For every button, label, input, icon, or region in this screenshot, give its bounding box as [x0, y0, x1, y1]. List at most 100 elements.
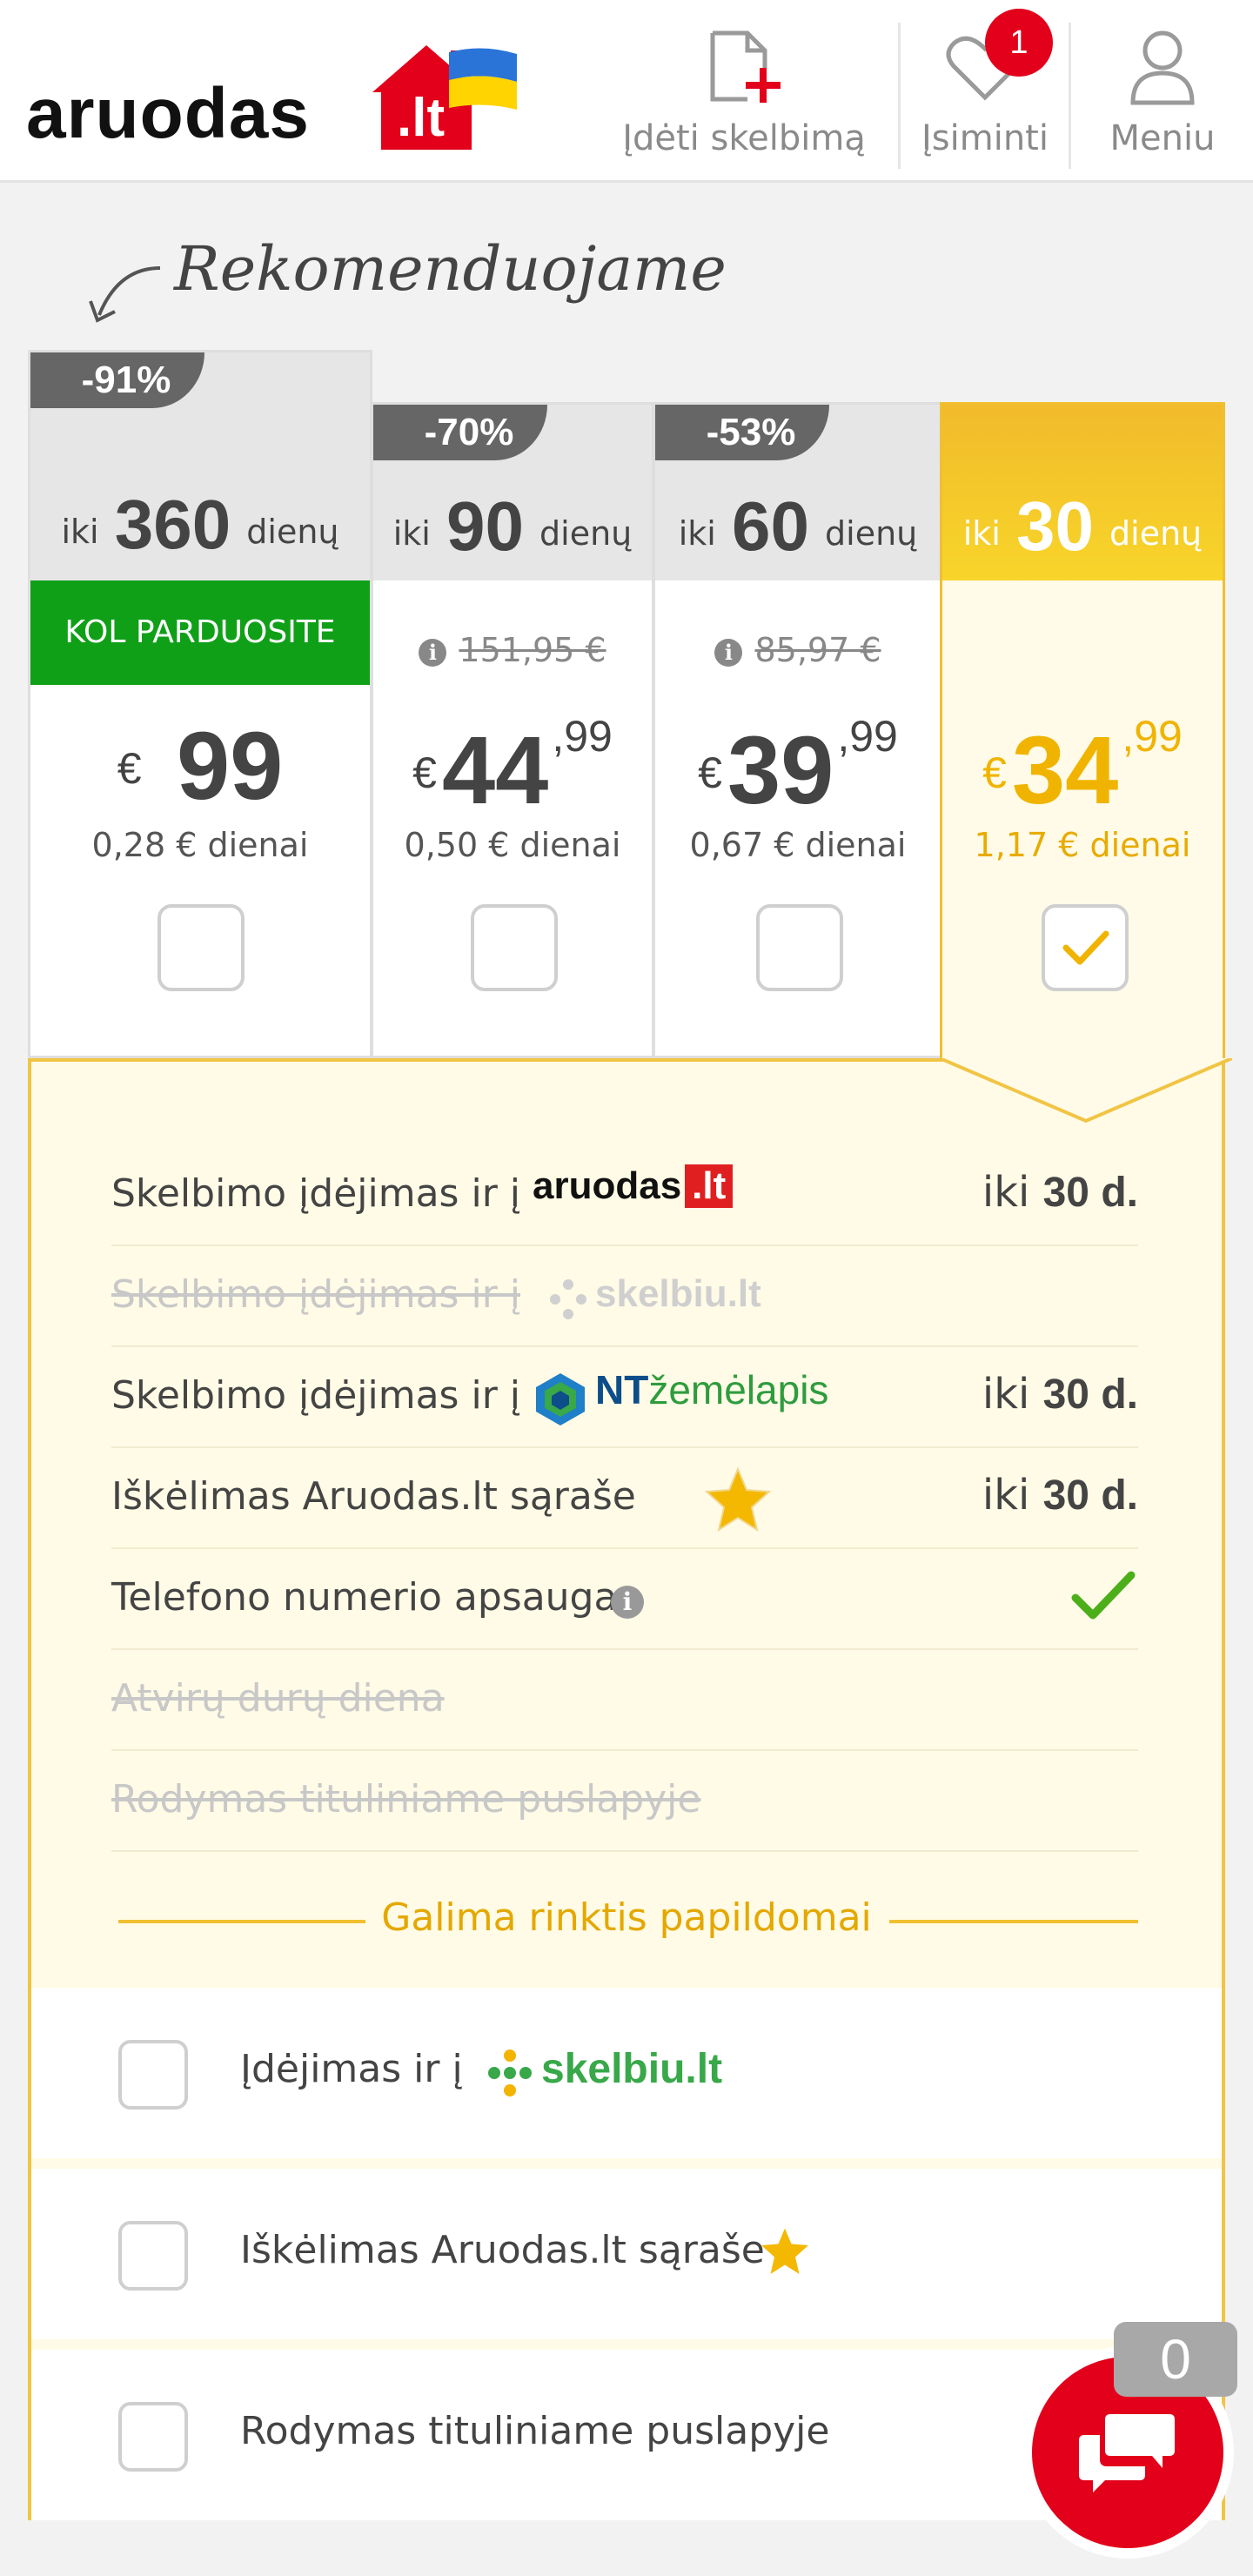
- extra-checkbox[interactable]: [118, 2221, 188, 2291]
- star-icon: [761, 2228, 808, 2274]
- feature-text: Rodymas tituliniame puslapyje: [111, 1777, 701, 1821]
- logo-suffix: .lt: [397, 88, 445, 148]
- user-icon: [1130, 30, 1195, 105]
- top-header: aruodas .lt Įdėti skelbimą 1 Įsiminti Me…: [0, 0, 1253, 183]
- extra-option-text: Rodymas tituliniame puslapyje: [240, 2409, 830, 2453]
- duration-days: 60: [731, 487, 809, 565]
- plan-duration: iki 30 dienų: [942, 486, 1223, 567]
- info-icon[interactable]: i: [611, 1586, 644, 1619]
- plan-60-days[interactable]: -53% iki 60 dienų i 85,97 € €39,99 0,67 €…: [653, 402, 943, 1058]
- feature-text: Telefono numerio apsauga: [111, 1575, 618, 1620]
- duration-days: 360: [114, 486, 231, 563]
- feature-value-prefix: iki: [982, 1168, 1030, 1217]
- aruodas-mini-suffix: .lt: [685, 1164, 734, 1208]
- price-per-day: 0,28 € dienai: [91, 826, 309, 864]
- menu-button[interactable]: Meniu: [1072, 0, 1253, 179]
- price-per-day: 1,17 € dienai: [974, 826, 1191, 864]
- old-price-value: 151,95 €: [459, 631, 606, 669]
- feature-text: Atvirų durų diena: [111, 1676, 445, 1721]
- feature-value-number: 30 d.: [1042, 1472, 1138, 1519]
- discount-badge: -53%: [655, 405, 829, 460]
- skelbiu-logo-text: skelbiu.lt: [595, 1272, 761, 1315]
- duration-suffix: dienų: [1109, 514, 1203, 553]
- info-icon[interactable]: i: [714, 639, 743, 667]
- price-decimal: ,99: [1122, 712, 1183, 761]
- add-listing-label: Įdėti skelbimą: [622, 118, 866, 158]
- price-integer: 39: [727, 717, 834, 824]
- feature-value: iki 30 d.: [982, 1471, 1138, 1519]
- old-price: i 151,95 €: [373, 631, 652, 669]
- duration-days: 30: [1015, 487, 1094, 565]
- plan-checkbox[interactable]: [471, 904, 558, 991]
- nt-logo-bold: NT: [595, 1367, 649, 1412]
- price-decimal: ,99: [552, 712, 613, 761]
- plan-duration: iki 60 dienų: [655, 486, 941, 567]
- feature-open-house: Atvirų durų diena: [111, 1650, 1138, 1751]
- feature-value: iki 30 d.: [982, 1168, 1138, 1217]
- duration-prefix: iki: [962, 514, 1001, 553]
- feature-skelbiu-listing: Skelbimo įdėjimas ir į skelbiu.lt: [111, 1246, 1138, 1347]
- chat-count-badge: 0: [1114, 2322, 1237, 2397]
- discount-badge: -70%: [373, 405, 547, 460]
- price-currency: €: [117, 744, 142, 793]
- plan-90-days[interactable]: -70% iki 90 dienų i 151,95 € €44,99 0,50 …: [371, 402, 654, 1058]
- nav-divider: [1069, 23, 1071, 169]
- skelbiu-dots-icon: [550, 1279, 586, 1319]
- price-integer: 34: [1011, 717, 1119, 824]
- extra-option-skelbiu[interactable]: Įdėjimas ir į skelbiu.lt: [31, 1988, 1222, 2158]
- feature-text: Iškėlimas Aruodas.lt sąraše: [111, 1474, 636, 1519]
- checkmark-icon: [1062, 930, 1109, 965]
- plan-price: €44,99: [373, 711, 652, 826]
- aruodas-logo[interactable]: aruodas .lt: [26, 38, 531, 153]
- price-currency: €: [698, 748, 722, 797]
- plan-checkbox[interactable]: [157, 904, 245, 991]
- price-per-day: 0,67 € dienai: [689, 826, 907, 864]
- logo-wordmark: aruodas: [26, 74, 310, 153]
- ntzemelapis-logo-icon: [536, 1373, 585, 1426]
- menu-label: Meniu: [1109, 118, 1216, 158]
- aruodas-mini-logo: aruodas .lt: [533, 1164, 734, 1208]
- feature-homepage-display: Rodymas tituliniame puslapyje: [111, 1751, 1138, 1852]
- old-price-value: 85,97 €: [754, 631, 881, 669]
- favorites-button[interactable]: 1 Įsiminti: [900, 0, 1070, 179]
- extra-checkbox[interactable]: [118, 2040, 188, 2110]
- feature-highlight-in-list: Iškėlimas Aruodas.lt sąraše iki 30 d.: [111, 1448, 1138, 1549]
- feature-phone-protection: Telefono numerio apsauga i: [111, 1549, 1138, 1650]
- add-listing-button[interactable]: Įdėti skelbimą: [609, 0, 879, 179]
- plan-checkbox[interactable]: [756, 904, 843, 991]
- feature-text: Skelbimo įdėjimas ir į: [111, 1171, 520, 1216]
- info-icon[interactable]: i: [419, 639, 447, 667]
- plan-30-days-selected[interactable]: iki 30 dienų €34,99 1,17 € dienai: [940, 402, 1225, 1062]
- ntzemelapis-logo-text: NTžemėlapis: [595, 1366, 828, 1413]
- chat-bubbles-icon: [1079, 2414, 1175, 2492]
- plan-price: €34,99: [942, 711, 1223, 826]
- duration-suffix: dienų: [246, 513, 339, 551]
- duration-prefix: iki: [678, 514, 716, 553]
- add-document-icon: [710, 30, 781, 103]
- plan-price: €39,99: [655, 711, 941, 826]
- extras-heading: Galima rinktis papildomai: [381, 1895, 872, 1940]
- nt-logo-rest: žemėlapis: [648, 1367, 829, 1412]
- duration-suffix: dienų: [825, 514, 918, 553]
- favorites-label: Įsiminti: [921, 118, 1049, 158]
- plan-duration: iki 360 dienų: [30, 485, 370, 565]
- skelbiu-logo-text: skelbiu.lt: [541, 2046, 723, 2092]
- feature-value-prefix: iki: [982, 1370, 1030, 1419]
- feature-value-number: 30 d.: [1042, 1170, 1138, 1216]
- duration-prefix: iki: [392, 514, 431, 553]
- feature-ntzemelapis-listing: Skelbimo įdėjimas ir į NTžemėlapis iki 3…: [111, 1347, 1138, 1448]
- plan-checkbox-checked[interactable]: [1042, 904, 1129, 991]
- extra-checkbox[interactable]: [118, 2402, 188, 2472]
- price-decimal: ,99: [837, 712, 898, 761]
- ukraine-flag-icon: [449, 48, 517, 110]
- favorites-count-badge: 1: [985, 9, 1053, 77]
- extra-option-highlight[interactable]: Iškėlimas Aruodas.lt sąraše: [31, 2169, 1222, 2339]
- plan-features-panel: Skelbimo įdėjimas ir į aruodas .lt iki 30…: [28, 1058, 1232, 2520]
- recommend-heading: Rekomenduojame: [174, 233, 727, 305]
- plan-360-days[interactable]: -91% iki 360 dienų KOL PARDUOSITE € 99 0…: [28, 350, 372, 1058]
- feature-value: iki 30 d.: [982, 1370, 1138, 1419]
- aruodas-mini-wordmark: aruodas: [533, 1164, 682, 1207]
- price-currency: €: [412, 748, 437, 797]
- price-integer: 99: [176, 713, 284, 820]
- feature-value-number: 30 d.: [1042, 1372, 1138, 1418]
